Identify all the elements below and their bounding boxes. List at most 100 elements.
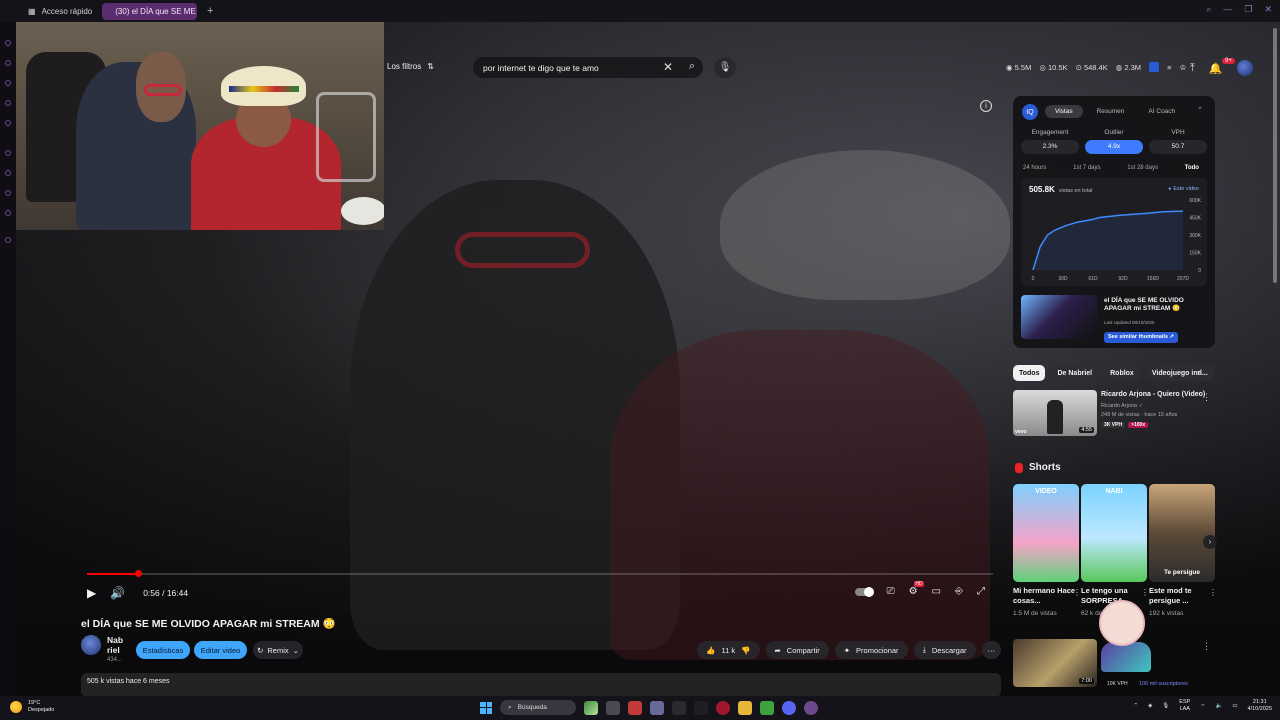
range-all[interactable]: Todo (1185, 165, 1199, 171)
weather-widget[interactable]: 19°C Despejado (10, 700, 54, 714)
clear-icon[interactable]: ✕ (663, 60, 673, 74)
channel-avatar[interactable] (81, 635, 101, 655)
shorts-next-button[interactable]: › (1203, 535, 1217, 549)
restore-icon[interactable]: ❐ (1244, 4, 1252, 15)
video-thumbnail[interactable] (1021, 295, 1097, 339)
sidebar-icon-4[interactable] (5, 100, 11, 106)
more-actions-button[interactable]: ⋯ (981, 641, 1001, 659)
recorder-app-icon[interactable] (628, 700, 642, 715)
sidebar-icon-8[interactable] (5, 190, 11, 196)
range-7d[interactable]: 1st 7 days (1073, 165, 1100, 171)
short-thumbnail[interactable]: VIDEO (1013, 484, 1079, 582)
autoplay-toggle[interactable] (854, 586, 874, 597)
fullscreen-icon[interactable]: ⤢ (977, 586, 985, 597)
kebab-menu-icon[interactable]: ⋮ (1073, 588, 1081, 597)
search-bar[interactable]: por internet te digo que te amo ✕ ⌕ (473, 57, 703, 78)
speaker-icon[interactable]: 🔈 (1215, 703, 1222, 709)
cast-icon[interactable]: ⎆ (955, 586, 963, 597)
short-thumbnail[interactable]: NABI (1081, 484, 1147, 582)
tab-resumen[interactable]: Resumen (1087, 105, 1135, 118)
close-icon[interactable]: ✕ (1264, 4, 1272, 15)
chevron-up-icon[interactable]: ⌃ (1197, 106, 1203, 114)
file-explorer-icon[interactable] (738, 700, 752, 715)
tab-ai-coach[interactable]: AI Coach (1138, 105, 1185, 118)
upload-icon[interactable]: ⤒ (1190, 62, 1195, 75)
recommended-thumbnail[interactable]: 7:00 (1013, 639, 1097, 687)
short-item[interactable]: VIDEO Mi hermano Hace cosas... 1.5 M de … (1013, 484, 1081, 617)
settings-button[interactable]: ⚙ HD (909, 581, 924, 597)
short-item[interactable]: Te persigue Este mod te persigue ... 192… (1149, 484, 1217, 617)
similar-thumbnails-button[interactable]: See similar thumbnails ↗ (1104, 332, 1179, 343)
promote-button[interactable]: ✦ Promocionar (834, 641, 908, 659)
kebab-menu-icon[interactable]: ⋮ (1209, 588, 1217, 597)
sidebar-icon-2[interactable] (5, 60, 11, 66)
discord-icon[interactable] (782, 700, 796, 715)
subtitles-icon[interactable]: ⎚ (887, 586, 895, 597)
search-input[interactable]: por internet te digo que te amo (483, 63, 599, 73)
range-28d[interactable]: 1st 28 days (1127, 165, 1158, 171)
tab-vistas[interactable]: Vistas (1045, 105, 1083, 118)
extension-icon[interactable] (1149, 62, 1160, 72)
sidebar-icon-9[interactable] (5, 210, 11, 216)
sidebar-icon-3[interactable] (5, 80, 11, 86)
chip-de-nabriel[interactable]: De Nabriel (1051, 365, 1099, 381)
account-avatar[interactable] (1236, 60, 1253, 76)
mic-tray-icon[interactable]: 🎙 (1162, 703, 1169, 709)
filter-icon[interactable]: ≡ (1167, 63, 1171, 72)
page-scrollbar[interactable] (1273, 28, 1277, 688)
minimize-icon[interactable]: — (1223, 4, 1232, 15)
short-title[interactable]: Este mod te persigue ... (1149, 586, 1215, 606)
task-view-icon[interactable] (606, 700, 620, 715)
recommended-channel[interactable]: Ricardo Arjona ✓ (1101, 403, 1143, 409)
opera-gx-icon[interactable] (716, 700, 730, 715)
edit-video-button[interactable]: Editar video (194, 641, 247, 659)
sidebar-icon-7[interactable] (5, 170, 11, 176)
epic-games-icon[interactable] (672, 700, 686, 715)
pip-webcam[interactable] (16, 22, 384, 230)
trophy-icon[interactable]: ♔ (1179, 63, 1186, 72)
thumbs-down-icon[interactable]: 👎 (741, 646, 750, 655)
network-icon[interactable]: ◈ (1148, 703, 1152, 709)
short-thumbnail[interactable]: Te persigue (1149, 484, 1215, 582)
search-icon[interactable]: ⌕ (689, 60, 695, 73)
filters-button[interactable]: Los filtros ⇅ (387, 62, 434, 71)
short-title[interactable]: Mi hermano Hace cosas... (1013, 586, 1079, 606)
chip-videojuego[interactable]: Videojuego ind... (1145, 365, 1214, 381)
obs-icon[interactable] (804, 700, 818, 715)
range-24h[interactable]: 24 hours (1023, 165, 1046, 171)
bell-icon[interactable]: 🔔 (1209, 62, 1223, 75)
wifi-icon[interactable]: ⌔ (1200, 703, 1205, 710)
chip-todos[interactable]: Todos (1013, 365, 1046, 381)
scrollbar-thumb[interactable] (1273, 28, 1277, 283)
volume-icon[interactable]: 🔊 (110, 586, 125, 600)
download-button[interactable]: ⤓ Descargar (913, 641, 976, 659)
widgets-app-icon[interactable] (584, 700, 598, 715)
recommended-title[interactable]: Ricardo Arjona - Quiero (Video) (1101, 391, 1205, 398)
kebab-menu-icon[interactable]: ⋮ (1202, 641, 1211, 652)
kebab-menu-icon[interactable]: ⋮ (1141, 588, 1149, 597)
description-box[interactable]: 505 k vistas hace 6 meses (81, 673, 1001, 697)
capcut-app-icon[interactable] (694, 700, 708, 715)
voice-search-button[interactable]: 🎙 (714, 57, 736, 78)
progress-bar[interactable] (87, 570, 993, 577)
kebab-menu-icon[interactable]: ⋮ (1202, 392, 1211, 403)
sidebar-icon-5[interactable] (5, 120, 11, 126)
clock[interactable]: 21:31 4/10/2025 (1248, 699, 1272, 713)
vscode-app-icon[interactable] (650, 700, 664, 715)
sidebar-icon-6[interactable] (5, 150, 11, 156)
tab-quick-access[interactable]: ▦ Acceso rápido (0, 0, 102, 22)
minecraft-icon[interactable] (760, 700, 774, 715)
sidebar-icon-1[interactable] (5, 40, 11, 46)
stats-button[interactable]: Estadísticas (136, 641, 190, 659)
chip-roblox[interactable]: Roblox (1104, 365, 1140, 381)
recommended-thumbnail[interactable]: vevo 4:55 (1013, 390, 1097, 436)
like-button[interactable]: 👍 11 k 👎 (697, 641, 760, 659)
search-tabs-icon[interactable]: ⌕ (1206, 4, 1211, 15)
miniplayer-icon[interactable]: ▭ (932, 586, 941, 597)
tab-youtube[interactable]: (30) el DÍA que SE ME OI (102, 2, 198, 20)
settings-icon[interactable] (5, 237, 11, 243)
language-indicator[interactable]: ESP LAA (1179, 699, 1190, 713)
new-tab-button[interactable]: + (203, 5, 217, 17)
short-item[interactable]: NABI Le tengo una SORPRESA... 62 k de vi… (1081, 484, 1149, 617)
windows-start-icon[interactable] (480, 701, 492, 714)
